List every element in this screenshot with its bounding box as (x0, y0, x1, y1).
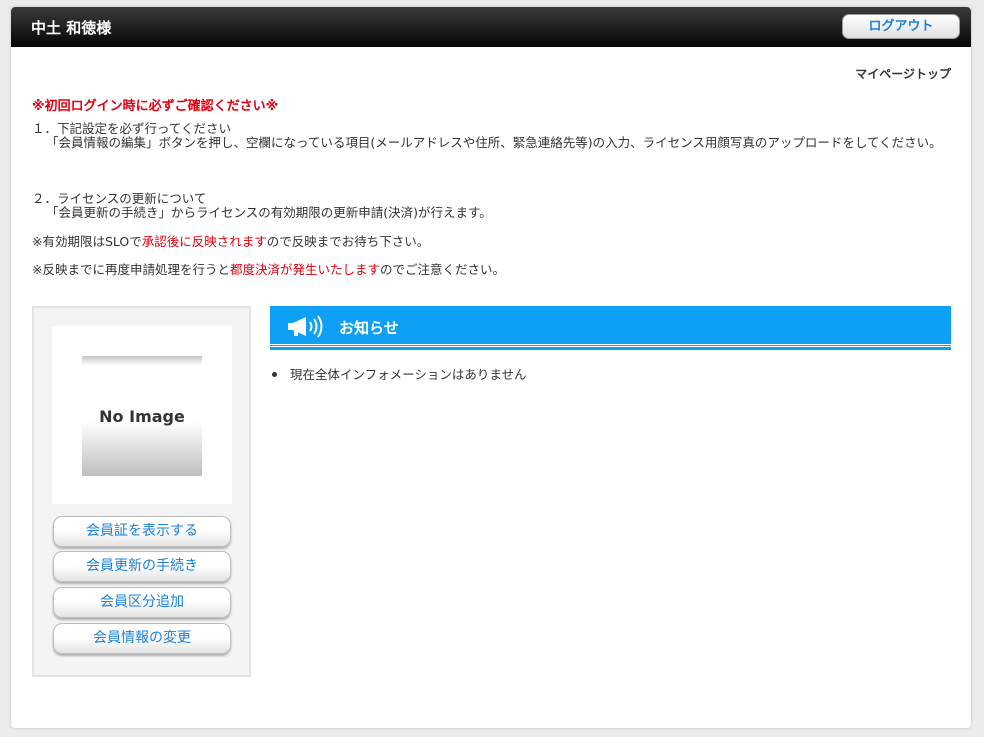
user-name: 中土 和徳様 (31, 19, 112, 37)
notice-item-1-body: 「会員情報の編集」ボタンを押し、空欄になっている項目(メールアドレスや住所、緊急… (46, 135, 942, 150)
notice-item-2-body: 「会員更新の手続き」からライセンスの有効期限の更新申請(決済)が行えます。 (46, 205, 492, 220)
no-image-placeholder: No Image (82, 356, 202, 476)
edit-member-info-button[interactable]: 会員情報の変更 (53, 623, 231, 654)
notice-item-2: ２．ライセンスの更新について 「会員更新の手続き」からライセンスの有効期限の更新… (32, 192, 952, 220)
note-highlight: 都度決済が発生いたします (229, 262, 380, 277)
list-item: 現在全体インフォメーションはありません (272, 364, 527, 383)
notice-item-1-title: １．下記設定を必ず行ってください (32, 121, 232, 136)
notice-item-1: １．下記設定を必ず行ってください 「会員情報の編集」ボタンを押し、空欄になってい… (32, 122, 952, 150)
info-header-underline (270, 347, 951, 350)
logout-button[interactable]: ログアウト (842, 14, 960, 39)
note-highlight: 承認後に反映されます (141, 234, 267, 249)
profile-photo: No Image (52, 326, 232, 504)
breadcrumb: マイページトップ (855, 67, 951, 81)
bullet-icon (272, 372, 277, 377)
no-image-label: No Image (99, 406, 185, 426)
main-card: 中土 和徳様 ログアウト マイページトップ ※初回ログイン時に必ずご確認ください… (11, 7, 971, 728)
notice-item-2-title: ２．ライセンスの更新について (32, 191, 207, 206)
notice-note-2: ※反映までに再度申請処理を行うと都度決済が発生いたしますのでご注意ください。 (32, 263, 505, 277)
info-title: お知らせ (339, 319, 399, 337)
note-text: のでご注意ください。 (380, 262, 506, 277)
notice-title: ※初回ログイン時に必ずご確認ください※ (32, 99, 279, 114)
membership-renewal-button[interactable]: 会員更新の手続き (53, 551, 231, 582)
note-text: ※有効期限はSLOで (32, 234, 142, 249)
show-member-card-button[interactable]: 会員証を表示する (53, 516, 231, 547)
notice-note-1: ※有効期限はSLOで承認後に反映されますので反映までお待ち下さい。 (32, 235, 429, 249)
note-text: ので反映までお待ち下さい。 (266, 234, 430, 249)
top-bar: 中土 和徳様 ログアウト (11, 7, 971, 47)
info-header: お知らせ (270, 306, 951, 347)
profile-panel: No Image 会員証を表示する 会員更新の手続き 会員区分追加 会員情報の変… (32, 306, 251, 677)
add-member-category-button[interactable]: 会員区分追加 (53, 587, 231, 618)
megaphone-icon (288, 315, 323, 338)
info-list: 現在全体インフォメーションはありません (272, 364, 527, 383)
info-item-text: 現在全体インフォメーションはありません (290, 367, 527, 382)
note-text: ※反映までに再度申請処理を行うと (32, 262, 230, 277)
